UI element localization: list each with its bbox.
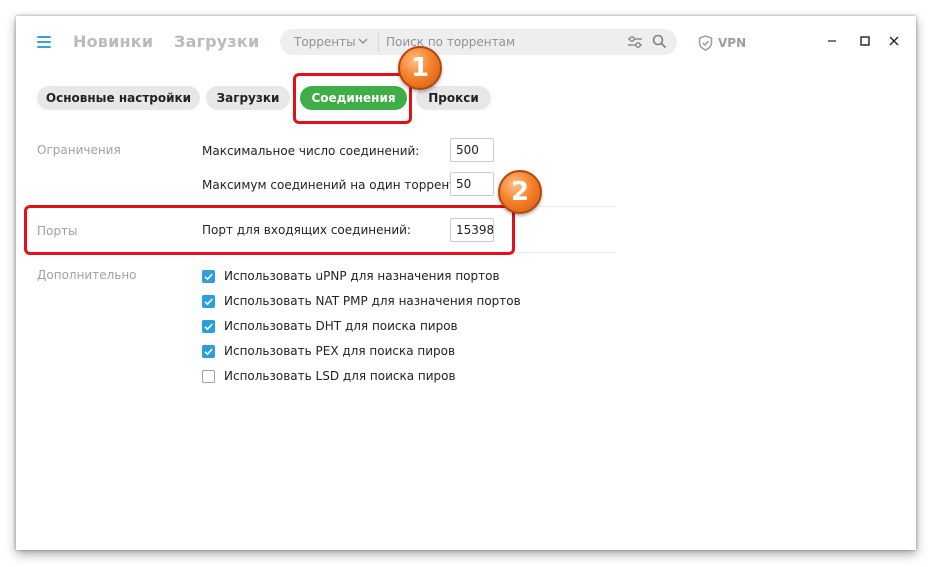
checkbox-unchecked[interactable]: [202, 370, 215, 383]
filter-sliders-icon[interactable]: [627, 35, 643, 49]
nav-new[interactable]: Новинки: [73, 32, 153, 51]
search-icon[interactable]: [652, 34, 667, 49]
option-label: Использовать uPNP для назначения портов: [224, 269, 500, 283]
annotation-badge-2: 2: [498, 170, 542, 214]
app-window: Новинки Загрузки Торренты VPN: [16, 16, 916, 550]
search-bar: Торренты: [280, 29, 677, 55]
checkbox-checked[interactable]: [202, 320, 215, 333]
max-per-torrent-input[interactable]: [450, 172, 494, 196]
checkbox-checked[interactable]: [202, 295, 215, 308]
vpn-label: VPN: [718, 36, 747, 50]
option-label: Использовать PEX для поиска пиров: [224, 344, 456, 358]
close-icon[interactable]: [887, 34, 901, 48]
max-connections-input[interactable]: [450, 138, 494, 162]
shield-icon: [698, 35, 713, 51]
nav-downloads[interactable]: Загрузки: [174, 32, 259, 51]
max-connections-label: Максимальное число соединений:: [202, 144, 420, 158]
annotation-badge-1: 1: [398, 46, 442, 90]
section-label-limits: Ограничения: [37, 143, 121, 157]
hamburger-menu-icon[interactable]: [37, 36, 51, 48]
tab-downloads[interactable]: Загрузки: [206, 86, 290, 110]
option-label: Использовать DHT для поиска пиров: [224, 319, 458, 333]
checkbox-checked[interactable]: [202, 270, 215, 283]
search-divider: [378, 32, 379, 52]
option-label: Использовать LSD для поиска пиров: [224, 369, 456, 383]
minimize-icon[interactable]: [825, 34, 839, 48]
section-label-extra: Дополнительно: [37, 268, 137, 282]
tab-general[interactable]: Основные настройки: [37, 86, 200, 110]
tab-proxy[interactable]: Прокси: [416, 86, 491, 110]
option-label: Использовать NAT PMP для назначения порт…: [224, 294, 521, 308]
callout-highlight-ports-row: [24, 205, 515, 255]
max-per-torrent-label: Максимум соединений на один торрент:: [202, 178, 461, 192]
callout-highlight-connections-tab: [293, 73, 412, 124]
search-category-select[interactable]: Торренты: [294, 35, 356, 49]
checkbox-checked[interactable]: [202, 345, 215, 358]
maximize-icon[interactable]: [858, 34, 872, 48]
chevron-down-icon[interactable]: [357, 35, 369, 47]
